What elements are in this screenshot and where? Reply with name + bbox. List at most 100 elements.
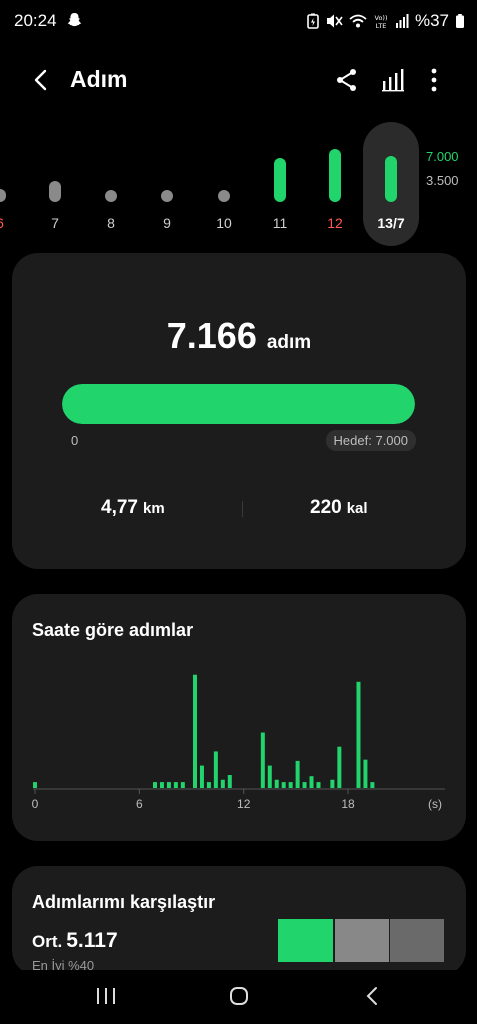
calories-metric: 220 kal [310,497,368,519]
calories-unit: kal [346,500,368,517]
day-steps-bar [0,189,6,202]
compare-steps-card[interactable]: Adımlarımı karşılaştır Ort. 5.117 En İyi … [12,866,466,976]
hourly-bar [267,765,272,788]
hourly-bar [193,674,197,788]
average-value: 5.117 [66,929,118,952]
x-tick-label: 6 [136,797,143,811]
hourly-bar [316,782,321,788]
bar-chart-icon[interactable] [380,67,406,93]
battery-saver-icon [307,13,319,29]
hourly-bar [288,782,293,788]
day-item-11[interactable]: 11 [255,118,305,242]
day-label: 12 [327,215,343,231]
hourly-bar [337,746,342,788]
distance-unit: km [142,500,165,517]
half-goal-line-label: 3.500 [426,173,459,188]
distance-value: 4,77 [101,497,138,518]
day-label: 10 [216,215,232,231]
hourly-steps-chart: 0 6 12 18 (s) [32,674,445,811]
goal-badge: Hedef: 7.000 [325,430,416,451]
hourly-bar [260,732,265,788]
steps-unit: adım [266,332,312,353]
hourly-bar [370,782,375,788]
day-label: 6 [0,215,25,231]
hourly-bar [274,779,279,788]
hourly-bar [227,775,232,788]
hourly-bar [363,759,368,788]
recent-apps-icon[interactable] [91,984,121,1008]
day-label: 8 [107,215,115,231]
share-icon[interactable] [334,67,360,93]
day-steps-bar [49,181,61,202]
day-steps-bar [218,190,230,202]
status-bar: 20:24 Vo)) LTE %37 [0,0,477,44]
day-steps-bar [385,156,397,202]
day-item-8[interactable]: 8 [86,118,136,242]
hourly-steps-card[interactable]: Saate göre adımlar 0 6 12 18 (s) [12,594,466,841]
hourly-bar [33,782,37,788]
svg-text:Vo)): Vo)) [374,14,387,22]
day-item-10[interactable]: 10 [199,118,249,242]
hourly-bar [281,782,286,788]
day-item-12[interactable]: 12 [310,118,360,242]
compare-title: Adımlarımı karşılaştır [32,892,216,912]
snapchat-icon [67,13,82,27]
steps-summary-card[interactable]: 7.166 adım 0 Hedef: 7.000 4,77 km 220 kal [12,253,466,569]
x-tick-label: 18 [341,797,355,811]
x-tick-label: 12 [237,797,251,811]
goal-line-label: 7.000 [426,149,459,164]
back-icon[interactable] [357,984,387,1008]
compare-bar-others [335,919,389,962]
calories-value: 220 [310,497,342,518]
more-icon[interactable] [423,67,445,93]
battery-icon [456,14,464,28]
status-icons: Vo)) LTE %37 [307,11,465,31]
steps-progress-fill [62,384,415,424]
battery-percent: %37 [414,11,449,30]
signal-icon [395,14,409,28]
compare-bar-best [390,919,444,962]
hourly-bar [159,782,164,788]
back-arrow-icon[interactable] [28,66,56,94]
day-steps-bar [161,189,173,202]
metric-divider [242,501,243,517]
day-label: 13/7 [377,215,405,231]
compare-bar-self [278,919,333,962]
status-time: 20:24 [14,11,57,30]
x-axis-unit: (s) [428,797,442,811]
home-icon[interactable] [224,984,254,1008]
svg-text:LTE: LTE [376,22,387,29]
x-tick-label: 0 [32,797,39,811]
volte-lte-icon: Vo)) LTE [374,14,387,29]
day-item-9[interactable]: 9 [142,118,192,242]
hourly-bar [153,782,157,788]
day-item-13-7[interactable]: 13/7 [363,122,419,246]
distance-metric: 4,77 km [101,497,165,519]
hourly-bar [213,751,218,788]
day-selector: 6 7 8 9 10 11 12 13/7 7.000 3.500 [0,118,477,248]
day-item-7[interactable]: 7 [30,118,80,242]
hourly-bar [302,782,307,788]
hourly-bar [173,782,178,788]
page-title: Adım [70,66,128,92]
app-bar: Adım [0,58,477,102]
steps-total: 7.166 adım [12,315,466,357]
hourly-bar [220,779,225,788]
hourly-bar [199,765,204,788]
system-nav-bar [0,970,477,1024]
steps-progress-bar [62,384,415,424]
day-label: 9 [163,215,171,231]
progress-min-label: 0 [71,433,79,448]
day-label: 11 [272,215,288,231]
hourly-bar [356,681,361,788]
day-item-6[interactable]: 6 [0,118,25,242]
hourly-bar [309,776,314,788]
day-steps-bar [274,158,286,202]
average-label: Ort. [32,932,63,951]
average-steps: Ort. 5.117 [32,929,118,953]
hourly-bar [206,782,211,788]
hourly-bar [330,779,335,788]
hourly-bar [180,782,185,788]
day-steps-bar [105,190,117,202]
mute-icon [326,14,343,28]
